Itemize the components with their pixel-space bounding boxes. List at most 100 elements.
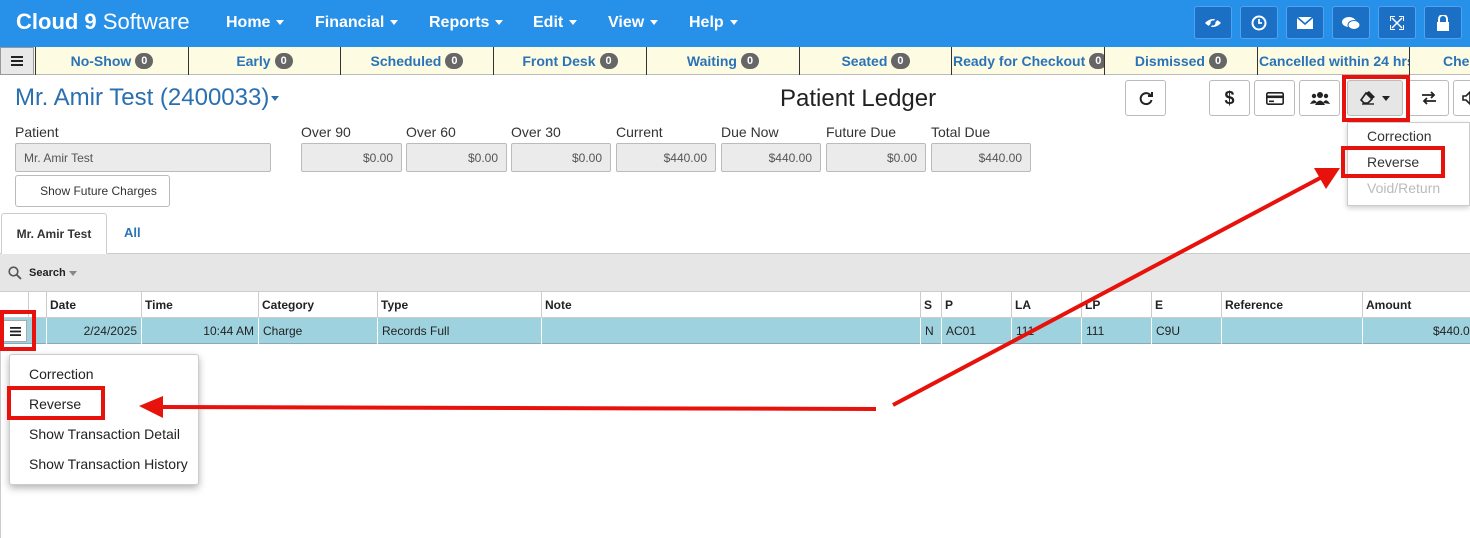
search-bar [0,254,1470,292]
column-header-e[interactable]: E [1151,292,1221,318]
column-header-amount[interactable]: Amount [1362,292,1470,318]
users-icon [1309,92,1330,105]
arrow-head-to-dropdown [1314,168,1340,189]
status-badge: 0 [274,53,293,69]
fullscreen-button[interactable] [1378,6,1416,39]
patient-label: Patient [15,124,59,140]
payment-button[interactable]: $ [1209,80,1250,116]
cell-e: C9U [1151,318,1221,344]
dropdown-item-void-return: Void/Return [1367,180,1441,196]
lock-button[interactable] [1424,6,1462,39]
tab-patient[interactable]: Mr. Amir Test [1,213,107,254]
transfer-button[interactable] [1408,80,1449,116]
panel-edge [0,344,1,538]
cell-time: 10:44 AM [141,318,258,344]
highlight-eraser-button [1342,75,1410,122]
column-header-s[interactable]: S [920,292,941,318]
speaker-icon [1462,91,1470,105]
status-tab-waiting[interactable]: Waiting 0 [646,47,799,75]
envelope-icon [1297,16,1313,29]
over-60-field: $0.00 [406,143,507,172]
chat-icon [1342,16,1360,30]
column-header-p[interactable]: P [941,292,1011,318]
highlight-dropdown-reverse [1341,146,1445,178]
refresh-icon [1139,92,1153,106]
over-90-field: $0.00 [301,143,402,172]
column-header-lp[interactable]: LP [1081,292,1151,318]
column-header-reference[interactable]: Reference [1221,292,1362,318]
cell-lp: 111 [1081,318,1151,344]
status-tab-early[interactable]: Early 0 [188,47,340,75]
search-toggle[interactable]: Search [29,267,66,279]
menu-reports[interactable]: Reports [429,14,504,32]
column-header-time[interactable]: Time [141,292,258,318]
cell-reference [1221,318,1362,344]
status-tab-cancelled-within-24-hrs[interactable]: Cancelled within 24 hrs [1257,47,1409,75]
current-field: $440.00 [616,143,716,172]
show-future-charges-button[interactable]: Show Future Charges [15,175,170,207]
status-badge: 0 [740,53,760,69]
over-30-field: $0.00 [511,143,611,172]
column-header-category[interactable]: Category [258,292,377,318]
total-due-label: Total Due [931,124,991,140]
mail-button[interactable] [1286,6,1324,39]
search-icon[interactable] [8,266,22,280]
status-tab-scheduled[interactable]: Scheduled 0 [340,47,493,75]
clock-button[interactable] [1240,6,1278,39]
menu-item-show-transaction-history[interactable]: Show Transaction History [29,456,188,472]
status-badge: 0 [599,53,618,69]
status-menu-button[interactable] [0,47,34,75]
arrow-line-to-menu [159,405,877,411]
expand-icon [1390,15,1404,30]
dropdown-item-correction[interactable]: Correction [1367,128,1432,144]
status-badge: 0 [445,53,464,69]
page-title: Patient Ledger [780,85,937,112]
tab-all[interactable]: All [124,225,141,240]
chat-button[interactable] [1332,6,1370,39]
card-button[interactable] [1254,80,1295,116]
column-header-la[interactable]: LA [1011,292,1081,318]
menu-view[interactable]: View [608,14,659,32]
column-header-date[interactable]: Date [46,292,141,318]
exchange-icon [1421,91,1436,105]
status-tab-seated[interactable]: Seated 0 [799,47,951,75]
status-badge: 0 [891,53,910,69]
column-header-type[interactable]: Type [377,292,541,318]
status-tab-checked-out[interactable]: Che [1409,47,1470,75]
highlight-menu-reverse [7,386,105,420]
status-tab-front-desk[interactable]: Front Desk 0 [493,47,646,75]
patient-selector[interactable]: Mr. Amir Test (2400033) [15,84,280,112]
status-tab-ready-for-checkout[interactable]: Ready for Checkout 0 [951,47,1104,75]
status-badge: 0 [1089,53,1104,69]
future-due-field: $0.00 [826,143,926,172]
menu-financial[interactable]: Financial [315,14,399,32]
cell-category: Charge [258,318,377,344]
more-button[interactable] [1453,80,1470,116]
cell-date: 2/24/2025 [46,318,141,344]
dollar-icon: $ [1224,87,1235,108]
eye-slash-icon [1205,15,1221,30]
status-badge: 0 [1208,53,1228,69]
status-tab-dismissed[interactable]: Dismissed 0 [1104,47,1257,75]
family-button[interactable] [1299,80,1340,116]
menu-item-show-transaction-detail[interactable]: Show Transaction Detail [29,426,180,442]
status-tab-no-show[interactable]: No-Show 0 [35,47,188,75]
menu-item-correction[interactable]: Correction [29,366,94,382]
cell-note [541,318,920,344]
current-label: Current [616,124,663,140]
over-90-label: Over 90 [301,124,351,140]
hide-button[interactable] [1194,6,1232,39]
menu-edit[interactable]: Edit [533,14,578,32]
cell-s: N [920,318,941,344]
brand-logo[interactable]: Cloud 9 Software [16,9,190,35]
credit-card-icon [1265,91,1284,105]
over-60-label: Over 60 [406,124,456,140]
menu-home[interactable]: Home [226,14,285,32]
total-due-field: $440.00 [931,143,1031,172]
refresh-button[interactable] [1125,80,1166,116]
status-badge: 0 [135,53,154,69]
menu-help[interactable]: Help [689,14,738,32]
patient-field: Mr. Amir Test [15,143,271,172]
column-header-note[interactable]: Note [541,292,920,318]
due-now-field: $440.00 [721,143,821,172]
